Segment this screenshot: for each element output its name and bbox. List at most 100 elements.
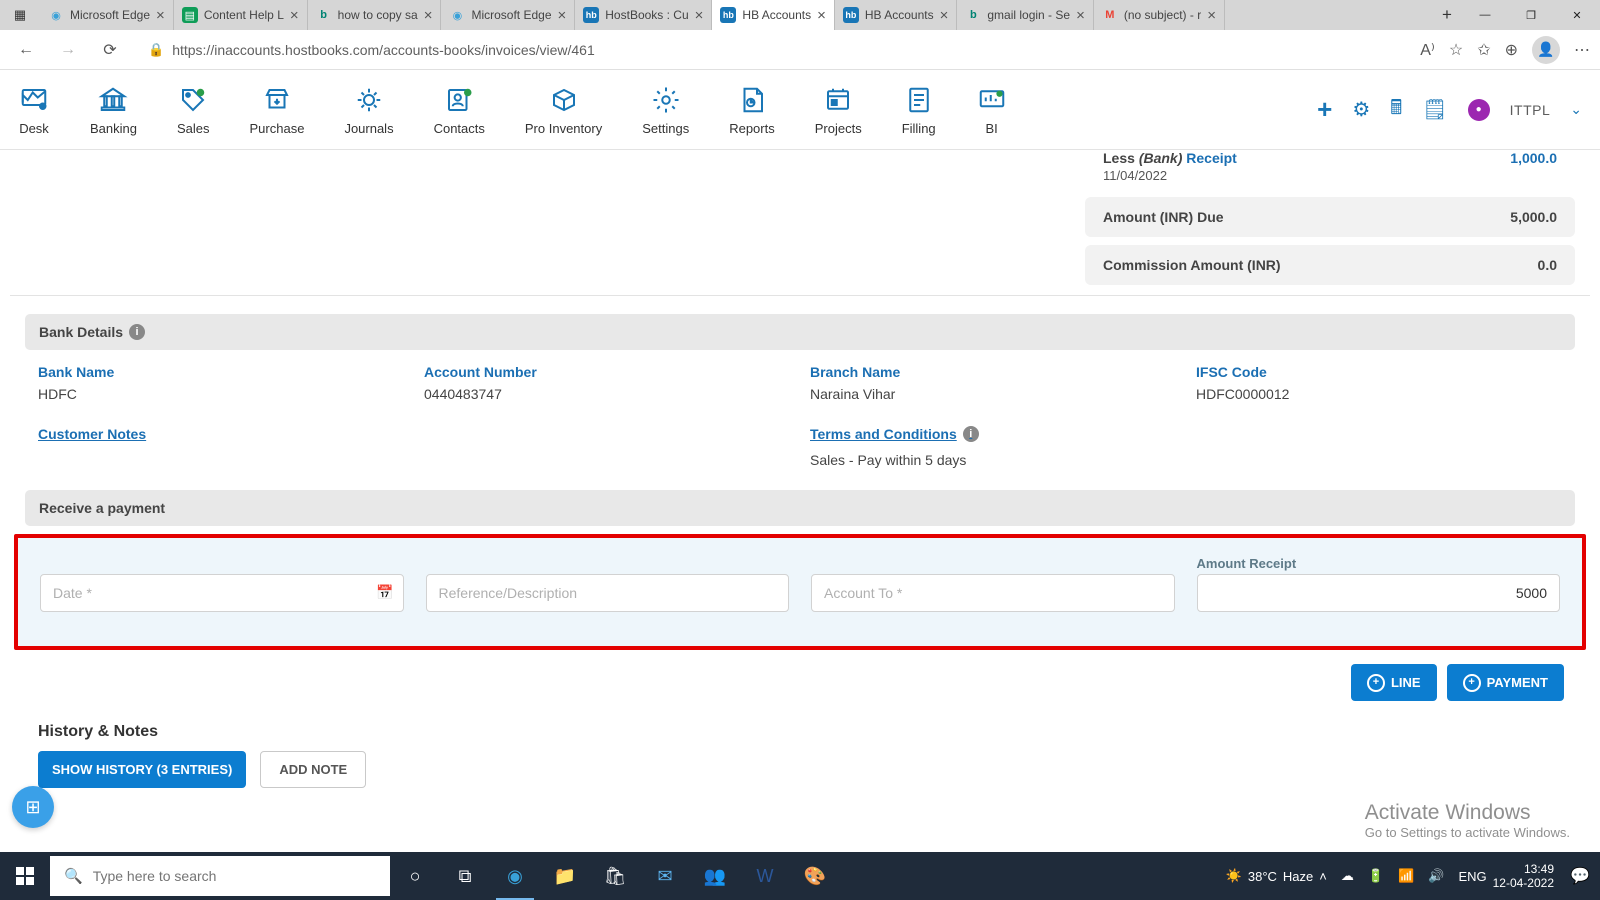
nav-filling[interactable]: Filling: [902, 84, 936, 136]
terms-link-text: Terms and Conditions: [810, 426, 957, 442]
close-icon[interactable]: ×: [424, 8, 433, 23]
tab-hostbooks[interactable]: hbHostBooks : Cu×: [575, 0, 712, 30]
account-to-input[interactable]: [811, 574, 1175, 612]
terms-link[interactable]: Terms and Conditions i: [810, 426, 979, 442]
close-window-button[interactable]: ✕: [1554, 0, 1600, 30]
close-icon[interactable]: ×: [695, 8, 704, 23]
profile-avatar[interactable]: 👤: [1532, 36, 1560, 64]
tab-gmail-login[interactable]: bgmail login - Se×: [957, 0, 1093, 30]
tab-hb-accounts[interactable]: hbHB Accounts×: [835, 0, 957, 30]
teams-icon[interactable]: 👥: [690, 852, 740, 900]
refresh-button[interactable]: ⟳: [94, 34, 126, 66]
tray-chevron-icon[interactable]: ˄: [1319, 869, 1327, 884]
calculator-icon[interactable]: 🖩: [1390, 93, 1402, 127]
close-icon[interactable]: ×: [817, 8, 826, 23]
reference-input[interactable]: [426, 574, 790, 612]
close-icon[interactable]: ×: [1076, 8, 1085, 23]
new-tab-button[interactable]: +: [1432, 5, 1462, 25]
mail-icon[interactable]: ✉: [640, 852, 690, 900]
close-icon[interactable]: ×: [1207, 8, 1216, 23]
nav-desk[interactable]: Desk: [18, 84, 50, 136]
battery-icon[interactable]: 🔋: [1368, 868, 1384, 884]
maximize-button[interactable]: ❐: [1508, 0, 1554, 30]
weather-widget[interactable]: ☀️ 38°C Haze: [1226, 868, 1314, 884]
links-row: Customer Notes Terms and Conditionsi Sal…: [10, 412, 1590, 468]
date-input[interactable]: [40, 574, 404, 612]
watermark-subtitle: Go to Settings to activate Windows.: [1365, 825, 1570, 840]
nav-banking[interactable]: Banking: [90, 84, 137, 136]
nav-label: Settings: [642, 121, 689, 136]
info-icon[interactable]: i: [129, 324, 145, 340]
line-button[interactable]: LINE: [1351, 664, 1437, 701]
onedrive-icon[interactable]: ☁: [1341, 868, 1354, 884]
nav-purchase[interactable]: Purchase: [250, 84, 305, 136]
taskbar-search-input[interactable]: [93, 868, 376, 884]
calendar-icon[interactable]: 📅: [376, 584, 393, 601]
globe-icon: ◉: [48, 7, 64, 23]
back-button[interactable]: ←: [10, 34, 42, 66]
volume-icon[interactable]: 🔊: [1428, 868, 1444, 884]
payment-button[interactable]: PAYMENT: [1447, 664, 1564, 701]
taskbar-search[interactable]: 🔍: [50, 856, 390, 896]
tab-hb-accounts-active[interactable]: hbHB Accounts×: [712, 0, 834, 30]
nav-reports[interactable]: Reports: [729, 84, 775, 136]
tab-gmail[interactable]: M(no subject) - r×: [1094, 0, 1225, 30]
favorite-icon[interactable]: ☆: [1449, 40, 1463, 60]
url-field[interactable]: 🔒 https://inaccounts.hostbooks.com/accou…: [136, 35, 1410, 65]
weather-cond: Haze: [1283, 869, 1313, 884]
tab-sheets[interactable]: ▤Content Help L×: [174, 0, 308, 30]
show-history-button[interactable]: SHOW HISTORY (3 ENTRIES): [38, 751, 246, 788]
new-badge-icon[interactable]: ●: [1468, 99, 1490, 121]
collections-icon[interactable]: ⊕: [1505, 40, 1518, 60]
nav-inventory[interactable]: Pro Inventory: [525, 84, 602, 136]
cortana-icon[interactable]: ○: [390, 852, 440, 900]
nav-settings[interactable]: Settings: [642, 84, 689, 136]
tab-manager-button[interactable]: ▦: [0, 0, 40, 30]
paint-icon[interactable]: 🎨: [790, 852, 840, 900]
nav-journals[interactable]: Journals: [344, 84, 393, 136]
forward-button[interactable]: →: [52, 34, 84, 66]
favorites-bar-icon[interactable]: ✩: [1477, 40, 1490, 60]
branch-value: Naraina Vihar: [810, 386, 1176, 402]
store-icon[interactable]: 🛍: [590, 852, 640, 900]
tab-edge[interactable]: ◉Microsoft Edge×: [40, 0, 174, 30]
add-icon[interactable]: +: [1317, 94, 1332, 125]
language-indicator[interactable]: ENG: [1458, 869, 1486, 884]
nav-bi[interactable]: BI: [976, 84, 1008, 136]
task-view-icon[interactable]: ⧉: [440, 852, 490, 900]
amount-due-card: Amount (INR) Due 5,000.0: [1085, 197, 1575, 237]
add-note-button[interactable]: ADD NOTE: [260, 751, 366, 788]
amount-input[interactable]: [1197, 574, 1561, 612]
gear-icon[interactable]: ⚙: [1352, 97, 1370, 122]
address-bar: ← → ⟳ 🔒 https://inaccounts.hostbooks.com…: [0, 30, 1600, 70]
content-area[interactable]: Less (Bank) Receipt 1,000.0 11/04/2022 A…: [0, 150, 1600, 830]
close-icon[interactable]: ×: [156, 8, 165, 23]
minimize-button[interactable]: —: [1462, 0, 1508, 30]
customer-notes-link[interactable]: Customer Notes: [38, 426, 146, 442]
close-icon[interactable]: ×: [558, 8, 567, 23]
nav-label: Filling: [902, 121, 936, 136]
nav-projects[interactable]: Projects: [815, 84, 862, 136]
info-icon[interactable]: i: [963, 426, 979, 442]
tab-edge2[interactable]: ◉Microsoft Edge×: [441, 0, 575, 30]
wifi-icon[interactable]: 📶: [1398, 868, 1414, 884]
chevron-down-icon[interactable]: ⌄: [1570, 101, 1582, 118]
close-icon[interactable]: ×: [290, 8, 299, 23]
action-center-icon[interactable]: 💬: [1560, 866, 1600, 886]
start-button[interactable]: [0, 852, 50, 900]
close-icon[interactable]: ×: [940, 8, 949, 23]
explorer-icon[interactable]: 📁: [540, 852, 590, 900]
tab-bing1[interactable]: bhow to copy sa×: [308, 0, 442, 30]
receipt-link[interactable]: Receipt: [1186, 150, 1237, 166]
notes-icon[interactable]: 🗒: [1422, 97, 1447, 122]
system-tray: ˄ ☁ 🔋 📶 🔊 ENG: [1313, 868, 1492, 884]
journals-icon: [353, 84, 385, 116]
word-icon[interactable]: W: [740, 852, 790, 900]
apps-widget-button[interactable]: ⊞: [12, 786, 54, 828]
edge-taskbar-icon[interactable]: ◉: [490, 852, 540, 900]
nav-sales[interactable]: Sales: [177, 84, 210, 136]
taskbar-clock[interactable]: 13:49 12-04-2022: [1493, 862, 1560, 891]
menu-icon[interactable]: ⋯: [1574, 40, 1590, 60]
nav-contacts[interactable]: Contacts: [434, 84, 485, 136]
read-aloud-icon[interactable]: A⁾: [1420, 40, 1435, 60]
